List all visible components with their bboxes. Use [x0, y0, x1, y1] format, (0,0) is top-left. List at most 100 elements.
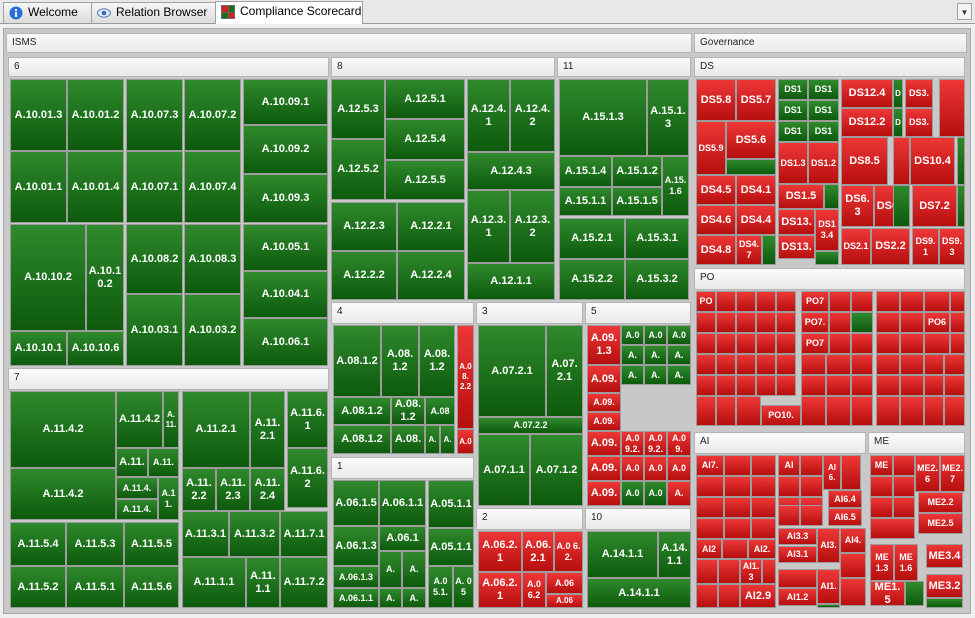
control-cell[interactable]: DS1	[808, 79, 839, 100]
control-cell[interactable]: A.15.1.5	[612, 187, 662, 216]
control-cell[interactable]: A.11.2.2	[182, 468, 216, 511]
control-cell[interactable]: A.10.07.1	[126, 151, 183, 223]
control-cell[interactable]	[851, 396, 873, 426]
control-cell[interactable]: A.09.	[587, 412, 621, 431]
control-cell[interactable]: DS1	[778, 79, 808, 100]
control-cell[interactable]	[716, 291, 736, 312]
control-cell[interactable]	[840, 553, 866, 578]
control-cell[interactable]: A.15.1.1	[559, 187, 612, 216]
control-cell[interactable]	[900, 291, 924, 312]
tab-welcome[interactable]: Welcome	[3, 2, 92, 23]
control-cell[interactable]: A.11.	[163, 391, 179, 448]
control-cell[interactable]: A.12.5.5	[385, 160, 465, 200]
control-cell[interactable]	[851, 354, 873, 375]
control-cell[interactable]	[801, 354, 826, 375]
control-cell[interactable]: A.06	[546, 594, 583, 608]
control-cell[interactable]: A.10.07.4	[184, 151, 241, 223]
control-cell[interactable]: A.	[402, 588, 426, 608]
control-cell[interactable]: A.	[379, 588, 402, 608]
control-cell[interactable]: A.11.5.4	[10, 522, 66, 566]
control-cell[interactable]: A.05.1.1	[428, 528, 474, 566]
control-cell[interactable]: A.10.07.2	[184, 79, 241, 151]
control-cell[interactable]: A.11.5.3	[66, 522, 124, 566]
control-cell[interactable]	[696, 476, 724, 497]
control-cell[interactable]: A.12.4.2	[510, 79, 555, 152]
control-cell[interactable]: A.11.5.6	[124, 566, 179, 608]
isms-header[interactable]: ISMS	[6, 33, 692, 53]
control-cell[interactable]: A.09.	[587, 393, 621, 412]
control-cell[interactable]: A.10.01.2	[67, 79, 124, 151]
control-cell[interactable]: PO7.	[801, 312, 829, 333]
control-cell[interactable]	[876, 354, 900, 375]
control-cell[interactable]: A.10.07.3	[126, 79, 183, 151]
control-cell[interactable]: A.11.4.2	[10, 468, 116, 520]
control-cell[interactable]	[900, 312, 924, 333]
control-cell[interactable]	[900, 354, 924, 375]
control-cell[interactable]	[815, 251, 839, 265]
control-cell[interactable]: AI1.2	[778, 588, 817, 606]
control-cell[interactable]	[870, 476, 893, 497]
control-cell[interactable]: A.11.2.3	[216, 468, 250, 511]
control-cell[interactable]	[778, 569, 817, 588]
control-cell[interactable]	[696, 559, 718, 584]
control-cell[interactable]: DS1.3	[778, 142, 808, 184]
control-cell[interactable]: A.15.1.3	[647, 79, 689, 156]
control-cell[interactable]: A.09.1.3	[587, 325, 621, 365]
control-cell[interactable]	[824, 184, 839, 209]
control-cell[interactable]: A.10.10.1	[10, 331, 67, 366]
control-cell[interactable]: A.10.05.1	[243, 224, 328, 271]
control-cell[interactable]: ME1.3	[870, 544, 894, 581]
governance-header[interactable]: Governance	[694, 33, 967, 53]
control-cell[interactable]: A.06.2.1	[478, 531, 522, 572]
control-cell[interactable]: A.08	[425, 397, 455, 425]
control-cell[interactable]: DS12.2	[841, 108, 893, 137]
control-cell[interactable]: A.14.1.1	[658, 531, 691, 578]
control-cell[interactable]	[801, 375, 826, 396]
control-cell[interactable]: A.0	[644, 481, 667, 506]
group-po-header[interactable]: PO	[694, 268, 965, 290]
control-cell[interactable]: A.11.4.2	[116, 391, 163, 448]
control-cell[interactable]: A.0 5.1.	[428, 566, 453, 608]
control-cell[interactable]	[924, 333, 950, 354]
control-cell[interactable]	[756, 375, 776, 396]
control-cell[interactable]: A.11.2.1	[182, 391, 250, 468]
control-cell[interactable]: A.06	[546, 572, 583, 594]
control-cell[interactable]: A.10.03.2	[184, 294, 241, 366]
control-cell[interactable]: ME3.4	[926, 544, 963, 568]
control-cell[interactable]	[924, 396, 944, 426]
control-cell[interactable]: AI4.	[840, 528, 866, 553]
tab-compliance-scorecard[interactable]: Compliance Scorecard	[215, 1, 363, 24]
control-cell[interactable]: A.11.3.2	[229, 511, 280, 557]
control-cell[interactable]: A.11.	[116, 448, 148, 477]
control-cell[interactable]: A.08.1.2	[381, 325, 419, 397]
control-cell[interactable]: A.07.1.2	[530, 434, 583, 506]
control-cell[interactable]: A.09.	[587, 481, 621, 506]
control-cell[interactable]: DS4.8	[696, 235, 736, 265]
control-cell[interactable]: A.10.10.6	[67, 331, 124, 366]
control-cell[interactable]: A.0	[621, 325, 644, 345]
control-cell[interactable]: AI6.	[823, 455, 841, 490]
control-cell[interactable]: A.11.4.	[116, 477, 158, 499]
control-cell[interactable]: PO7	[801, 291, 829, 312]
control-cell[interactable]: DS10.4	[910, 137, 955, 185]
control-cell[interactable]: A.11.2.4	[250, 468, 285, 511]
control-cell[interactable]: A.11.2.1	[250, 391, 285, 468]
control-cell[interactable]: DS3.	[905, 79, 933, 108]
control-cell[interactable]: AI	[778, 455, 800, 476]
control-cell[interactable]: DS5.8	[696, 79, 736, 121]
control-cell[interactable]: A.11.4.2	[10, 391, 116, 468]
control-cell[interactable]: A.	[667, 481, 691, 506]
control-cell[interactable]: D	[893, 79, 903, 108]
control-cell[interactable]: A.08.1.2	[391, 397, 425, 425]
control-cell[interactable]: A.	[379, 551, 402, 588]
control-cell[interactable]: DS4.5	[696, 175, 736, 205]
control-cell[interactable]: A.12.4.1	[467, 79, 510, 152]
control-cell[interactable]	[826, 396, 851, 426]
control-cell[interactable]	[829, 333, 851, 354]
control-cell[interactable]	[778, 476, 800, 497]
control-cell[interactable]: PO	[696, 291, 716, 312]
group-10-header[interactable]: 10	[585, 508, 691, 530]
control-cell[interactable]: ME	[870, 455, 893, 476]
control-cell[interactable]	[950, 312, 965, 333]
control-cell[interactable]: A.06.1.1	[379, 480, 426, 526]
